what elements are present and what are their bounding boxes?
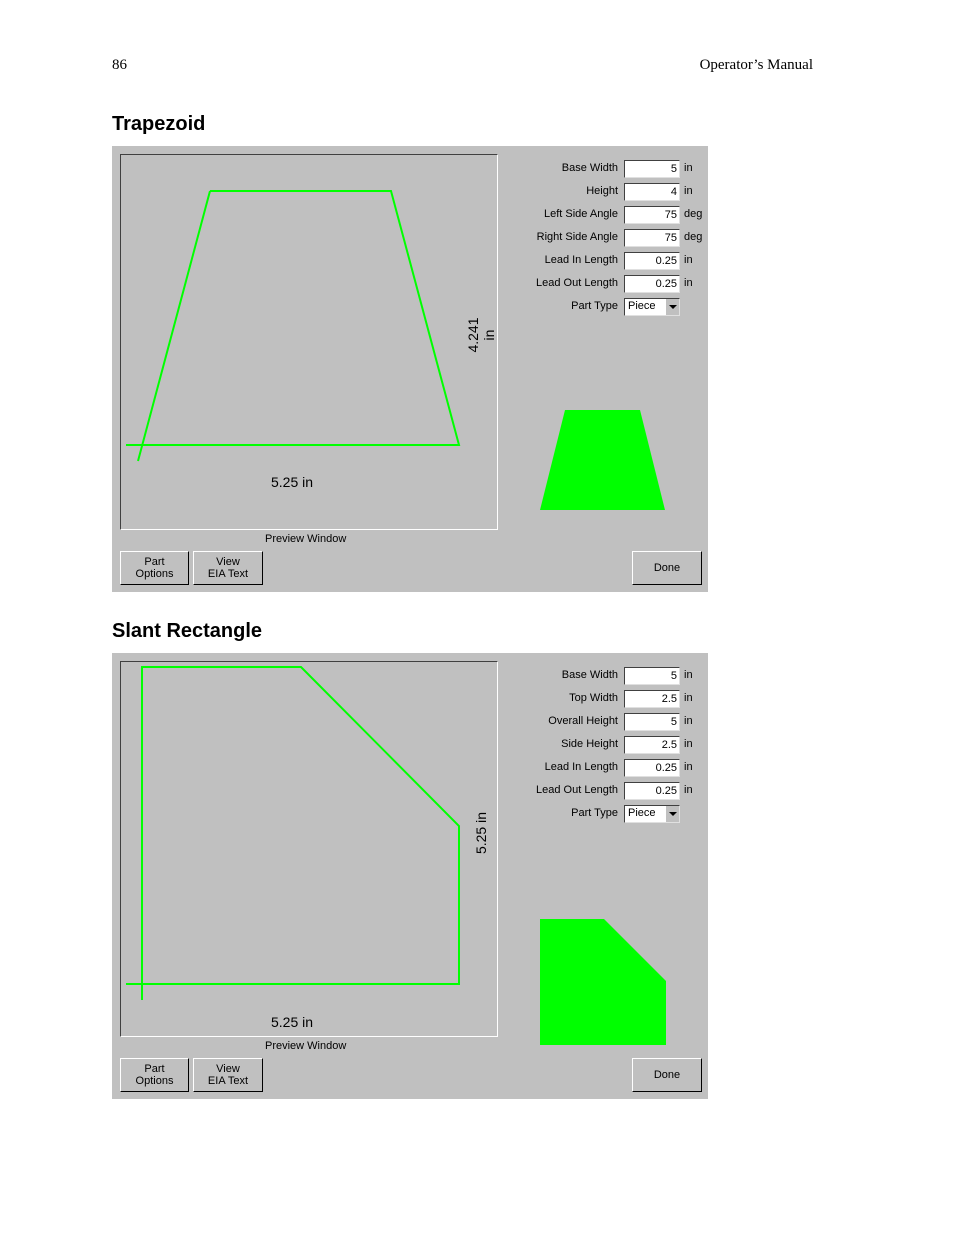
field-right-side-angle: Right Side Angle 75 deg xyxy=(512,229,708,249)
field-unit: deg xyxy=(684,208,703,220)
button-label-line: EIA Text xyxy=(207,568,249,580)
lead-out-length-input[interactable]: 0.25 xyxy=(624,782,680,800)
manual-title: Operator’s Manual xyxy=(699,57,813,73)
preview-window-caption: Preview Window xyxy=(265,1040,347,1052)
preview-window: 5.25 in 4.241 in xyxy=(120,154,498,530)
field-label: Lead In Length xyxy=(544,254,618,266)
field-height: Height 4 in xyxy=(512,183,708,203)
height-input[interactable]: 4 xyxy=(624,183,680,201)
field-label: Lead Out Length xyxy=(536,784,618,796)
field-lead-out-length: Lead Out Length 0.25 in xyxy=(512,275,708,295)
part-options-button[interactable]: Part Options xyxy=(120,551,189,585)
field-unit: deg xyxy=(684,231,703,243)
field-label: Top Width xyxy=(569,692,618,704)
part-type-select[interactable]: Piece xyxy=(624,805,680,823)
width-dimension-label: 5.25 in xyxy=(271,474,314,490)
slant-rectangle-thumbnail xyxy=(540,919,666,1045)
part-type-value: Piece xyxy=(628,300,656,312)
preview-window: 5.25 in 5.25 in xyxy=(120,661,498,1037)
field-part-type: Part Type Piece xyxy=(512,805,708,825)
width-dimension-label: 5.25 in xyxy=(271,1014,314,1030)
height-dimension-label: 5.25 in xyxy=(473,811,489,855)
field-unit: in xyxy=(684,254,693,266)
field-unit: in xyxy=(684,162,693,174)
field-label: Lead Out Length xyxy=(536,277,618,289)
base-width-input[interactable]: 5 xyxy=(624,667,680,685)
part-type-value: Piece xyxy=(628,807,656,819)
section-title-trapezoid: Trapezoid xyxy=(112,113,206,135)
button-label-line: Part xyxy=(144,1063,165,1075)
field-label: Part Type xyxy=(571,300,618,312)
overall-height-input[interactable]: 5 xyxy=(624,713,680,731)
field-label: Height xyxy=(586,185,618,197)
right-side-angle-input[interactable]: 75 xyxy=(624,229,680,247)
trapezoid-dialog: 5.25 in 4.241 in Preview Window Base Wid… xyxy=(112,146,708,592)
field-part-type: Part Type Piece xyxy=(512,298,708,318)
field-top-width: Top Width 2.5 in xyxy=(512,690,708,710)
field-unit: in xyxy=(684,784,693,796)
view-eia-text-button[interactable]: View EIA Text xyxy=(193,551,263,585)
field-label: Overall Height xyxy=(548,715,618,727)
button-label-line: View xyxy=(216,1063,240,1075)
lead-in-length-input[interactable]: 0.25 xyxy=(624,759,680,777)
field-label: Base Width xyxy=(561,162,618,174)
field-label: Left Side Angle xyxy=(543,208,618,220)
field-label: Right Side Angle xyxy=(536,231,618,243)
left-side-angle-input[interactable]: 75 xyxy=(624,206,680,224)
field-unit: in xyxy=(684,669,693,681)
field-label: Side Height xyxy=(561,738,618,750)
field-label: Base Width xyxy=(561,669,618,681)
view-eia-text-button[interactable]: View EIA Text xyxy=(193,1058,263,1092)
field-base-width: Base Width 5 in xyxy=(512,160,708,180)
height-dimension-label: 4.241 in xyxy=(465,317,497,353)
button-label-line: Part xyxy=(144,556,165,568)
field-unit: in xyxy=(684,715,693,727)
field-lead-in-length: Lead In Length 0.25 in xyxy=(512,759,708,779)
button-label-line: Options xyxy=(135,1075,174,1087)
part-type-select[interactable]: Piece xyxy=(624,298,680,316)
button-label-line: Options xyxy=(135,568,174,580)
button-label-line: View xyxy=(216,556,240,568)
field-unit: in xyxy=(684,277,693,289)
done-button[interactable]: Done xyxy=(632,1058,702,1092)
base-width-input[interactable]: 5 xyxy=(624,160,680,178)
field-base-width: Base Width 5 in xyxy=(512,667,708,687)
trapezoid-thumbnail xyxy=(540,410,665,510)
top-width-input[interactable]: 2.5 xyxy=(624,690,680,708)
section-title-slant-rectangle: Slant Rectangle xyxy=(112,620,263,642)
part-options-button[interactable]: Part Options xyxy=(120,1058,189,1092)
button-label-line: EIA Text xyxy=(207,1075,249,1087)
field-lead-out-length: Lead Out Length 0.25 in xyxy=(512,782,708,802)
button-label: Done xyxy=(653,562,681,574)
slant-rectangle-dialog: 5.25 in 5.25 in Preview Window Base Widt… xyxy=(112,653,708,1099)
field-unit: in xyxy=(684,692,693,704)
chevron-down-icon[interactable] xyxy=(665,299,679,315)
lead-in-length-input[interactable]: 0.25 xyxy=(624,252,680,270)
lead-out-length-input[interactable]: 0.25 xyxy=(624,275,680,293)
done-button[interactable]: Done xyxy=(632,551,702,585)
field-lead-in-length: Lead In Length 0.25 in xyxy=(512,252,708,272)
field-overall-height: Overall Height 5 in xyxy=(512,713,708,733)
slant-rectangle-preview-drawing xyxy=(126,666,460,1000)
field-label: Lead In Length xyxy=(544,761,618,773)
field-label: Part Type xyxy=(571,807,618,819)
field-side-height: Side Height 2.5 in xyxy=(512,736,708,756)
button-label: Done xyxy=(653,1069,681,1081)
preview-window-caption: Preview Window xyxy=(265,533,347,545)
field-unit: in xyxy=(684,185,693,197)
field-unit: in xyxy=(684,738,693,750)
field-left-side-angle: Left Side Angle 75 deg xyxy=(512,206,708,226)
chevron-down-icon[interactable] xyxy=(665,806,679,822)
side-height-input[interactable]: 2.5 xyxy=(624,736,680,754)
field-unit: in xyxy=(684,761,693,773)
page-number: 86 xyxy=(112,57,127,73)
